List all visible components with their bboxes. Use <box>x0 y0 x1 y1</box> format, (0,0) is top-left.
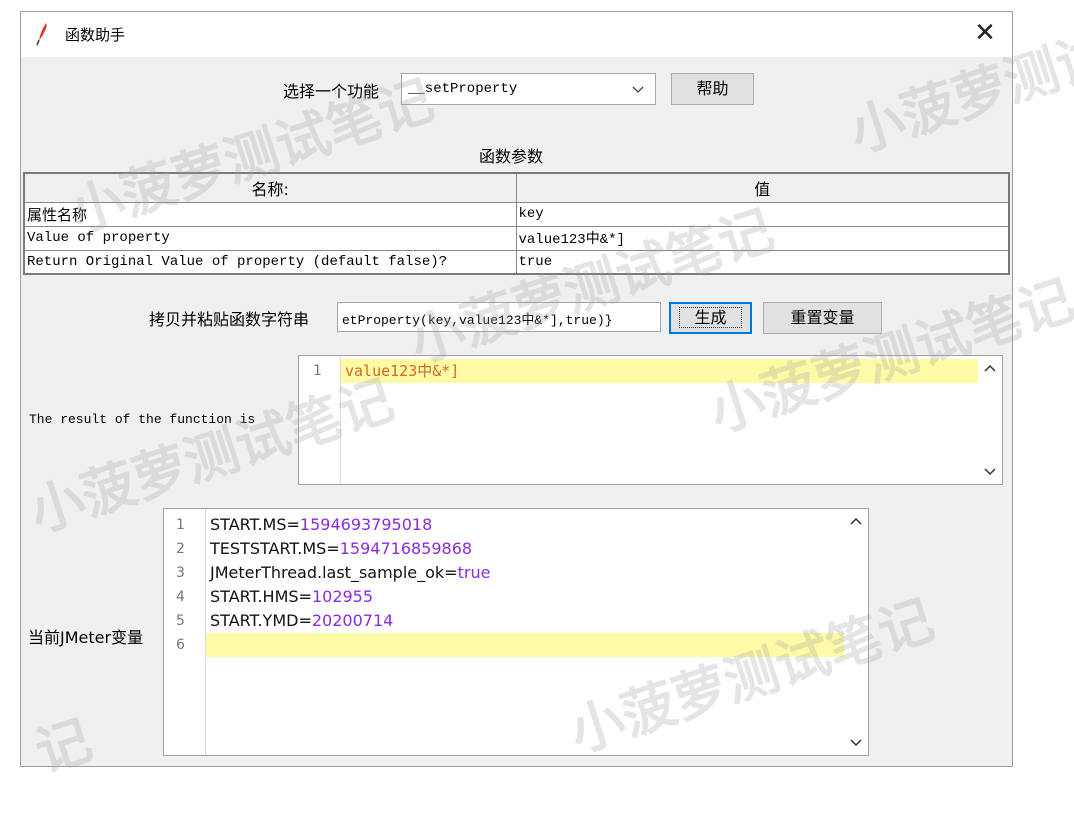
table-row[interactable]: Return Original Value of property (defau… <box>23 249 1010 275</box>
code-line: START.YMD=20200714 <box>206 609 844 633</box>
function-select-dropdown[interactable]: __setProperty <box>401 73 656 105</box>
variables-code: START.MS=1594693795018 TESTSTART.MS=1594… <box>206 513 844 657</box>
code-line: JMeterThread.last_sample_ok=true <box>206 561 844 585</box>
generate-button-label: 生成 <box>679 307 742 328</box>
feather-pen-icon <box>36 23 47 46</box>
result-label: The result of the function is <box>29 412 256 427</box>
variables-label: 当前JMeter变量 <box>28 628 144 647</box>
line-number: 1 <box>176 517 185 533</box>
variable-value: 1594716859868 <box>339 539 473 558</box>
line-number-gutter: 1 <box>299 356 341 484</box>
reset-variables-button[interactable]: 重置变量 <box>763 302 882 334</box>
window-title: 函数助手 <box>65 26 126 44</box>
param-name-cell: Return Original Value of property (defau… <box>23 249 517 275</box>
param-value-cell[interactable]: key <box>515 201 1010 227</box>
variables-editor[interactable]: 1 2 3 4 5 6 START.MS=1594693795018 TESTS… <box>163 508 869 756</box>
param-value-cell[interactable]: value123中&*] <box>515 225 1010 251</box>
params-section-title: 函数参数 <box>479 147 544 166</box>
scroll-down-icon[interactable] <box>978 466 1002 478</box>
scroll-up-icon[interactable] <box>844 515 868 527</box>
variable-key: TESTSTART.MS= <box>210 539 340 558</box>
line-number: 1 <box>313 363 322 379</box>
params-table: 名称: 值 属性名称 key Value of property value12… <box>23 172 1010 275</box>
code-line: START.HMS=102955 <box>206 585 844 609</box>
function-string-field[interactable]: etProperty(key,value123中&*],true)} <box>337 302 661 332</box>
title-bar: 函数助手 ✕ <box>21 12 1012 57</box>
code-line-current <box>206 633 844 657</box>
scroll-up-icon[interactable] <box>978 362 1002 374</box>
line-number: 6 <box>176 637 185 653</box>
result-editor[interactable]: 1 value123中&*] <box>298 355 1003 485</box>
line-number: 2 <box>176 541 185 557</box>
variable-key: JMeterThread.last_sample_ok= <box>210 563 458 582</box>
variable-value: 102955 <box>311 587 374 606</box>
line-number: 4 <box>176 589 185 605</box>
chevron-down-icon <box>632 86 644 93</box>
scroll-down-icon[interactable] <box>844 737 868 749</box>
function-select-label: 选择一个功能 <box>283 82 380 101</box>
variables-scrollbar[interactable] <box>844 509 868 755</box>
result-scrollbar[interactable] <box>978 356 1002 484</box>
result-code: value123中&*] <box>341 359 978 383</box>
variable-value: 20200714 <box>311 611 394 630</box>
param-name-cell: Value of property <box>23 225 517 251</box>
copy-string-label: 拷贝并粘贴函数字符串 <box>149 310 310 329</box>
line-number: 3 <box>176 565 185 581</box>
column-header-name: 名称: <box>23 172 517 203</box>
watermark: 记 <box>28 707 99 785</box>
help-button[interactable]: 帮助 <box>671 73 754 105</box>
generate-button[interactable]: 生成 <box>669 302 752 334</box>
result-line: value123中&*] <box>341 359 978 383</box>
column-header-value: 值 <box>515 172 1010 203</box>
line-number-gutter: 1 2 3 4 5 6 <box>164 509 206 755</box>
variable-key: START.HMS= <box>210 587 312 606</box>
variable-value: 1594693795018 <box>299 515 433 534</box>
variable-key: START.MS= <box>210 515 300 534</box>
param-value-cell[interactable]: true <box>515 249 1010 275</box>
function-select-value: __setProperty <box>408 81 518 97</box>
variable-key: START.YMD= <box>210 611 312 630</box>
param-name-cell: 属性名称 <box>23 201 517 227</box>
table-row[interactable]: 属性名称 key <box>23 201 1010 227</box>
table-row[interactable]: Value of property value123中&*] <box>23 225 1010 251</box>
code-line: START.MS=1594693795018 <box>206 513 844 537</box>
code-line: TESTSTART.MS=1594716859868 <box>206 537 844 561</box>
variable-value: true <box>457 563 491 582</box>
close-button[interactable]: ✕ <box>965 16 1005 52</box>
line-number: 5 <box>176 613 185 629</box>
function-helper-dialog: 函数助手 ✕ 选择一个功能 __setProperty 帮助 函数参数 名称: … <box>20 0 1074 785</box>
